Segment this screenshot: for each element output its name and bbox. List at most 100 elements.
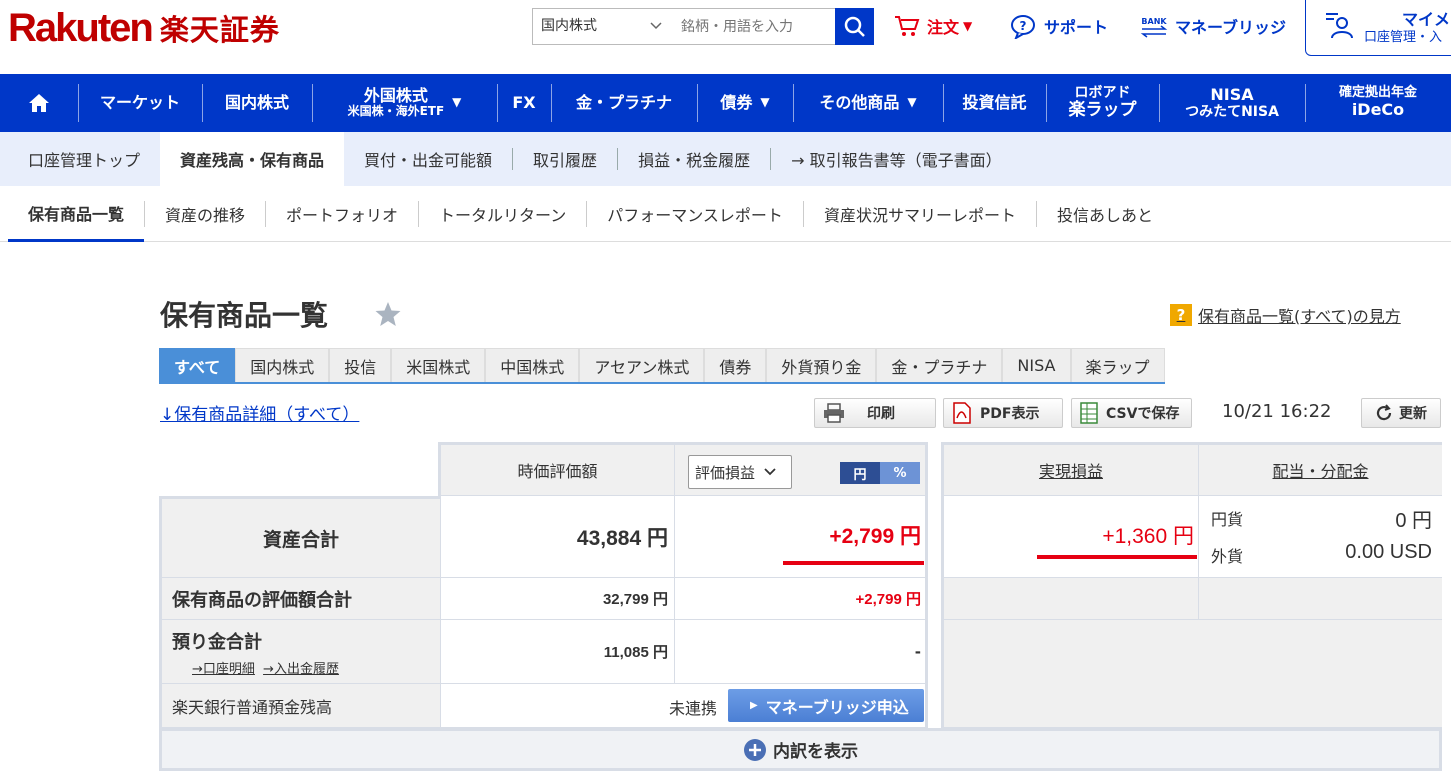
order-label: 注文 [927, 18, 960, 37]
refresh-button[interactable]: 更新 [1361, 398, 1441, 428]
nav-home[interactable] [0, 74, 78, 132]
tab-performance-report[interactable]: パフォーマンスレポート [587, 186, 803, 242]
moneybridge-apply-button[interactable]: ▶ マネーブリッジ申込 [728, 689, 924, 722]
tab-foreign-deposit[interactable]: 外貨預り金 [766, 348, 877, 382]
tab-nisa[interactable]: NISA [1002, 348, 1071, 382]
tab-label: 国内株式 [250, 357, 315, 377]
tab-gold-platinum[interactable]: 金・プラチナ [876, 348, 1003, 382]
tab-asset-trend[interactable]: 資産の推移 [145, 186, 265, 242]
nav-nisa[interactable]: NISA つみたてNISA [1159, 74, 1305, 132]
search-button[interactable] [835, 8, 874, 45]
search-input[interactable] [673, 8, 836, 45]
nav-robo-advisor[interactable]: ロボアド 楽ラップ [1046, 74, 1159, 132]
search-category-select[interactable]: 国内株式 [532, 8, 674, 45]
nav-label: その他商品 [819, 92, 900, 112]
pdf-label: PDF表示 [980, 406, 1040, 422]
account-detail-link[interactable]: →口座明細 [192, 662, 255, 677]
bank-balance-row: 未連携 ▶ マネーブリッジ申込 [441, 684, 928, 728]
mypage-button[interactable]: マイメ 口座管理・入 [1305, 0, 1451, 56]
subnav-label: 資産残高・保有商品 [180, 151, 325, 170]
tab-label: 資産状況サマリーレポート [823, 206, 1016, 225]
nav-fx[interactable]: FX [497, 74, 551, 132]
tab-portfolio[interactable]: ポートフォリオ [266, 186, 418, 242]
timestamp: 10/21 16:22 [1222, 401, 1332, 422]
pl-type-select[interactable]: 評価損益 [688, 455, 792, 489]
nav-market[interactable]: マーケット [78, 74, 202, 132]
bank-balance-label: 楽天銀行普通預金残高 [159, 684, 441, 728]
chevron-down-icon [649, 9, 663, 58]
nav-domestic-stock[interactable]: 国内株式 [202, 74, 312, 132]
account-sub-nav: 口座管理トップ 資産残高・保有商品 買付・出金可能額 取引履歴 損益・税金履歴 … [0, 132, 1451, 186]
logo-en: Rakuten [8, 5, 154, 50]
deposit-total-value: 11,085 円 [441, 620, 675, 684]
nav-foreign-stock[interactable]: 外国株式 米国株・海外ETF ▼ [312, 74, 497, 132]
bank-link-status: 未連携 [669, 699, 718, 718]
dividend-link[interactable]: 配当・分配金 [1272, 458, 1368, 482]
nav-label: 投資信託 [962, 92, 1027, 112]
tab-holdings-list[interactable]: 保有商品一覧 [8, 186, 145, 242]
tab-domestic-stock[interactable]: 国内株式 [235, 348, 330, 382]
tab-china-stock[interactable]: 中国株式 [485, 348, 580, 382]
subnav-buying-power[interactable]: 買付・出金可能額 [344, 132, 512, 186]
row-label: 楽天銀行普通預金残高 [172, 697, 333, 717]
pdf-button[interactable]: PDF表示 [943, 398, 1063, 428]
expand-label: 内訳を表示 [773, 742, 858, 762]
tab-total-return[interactable]: トータルリターン [419, 186, 586, 242]
row-label: 資産合計 [262, 528, 339, 551]
tab-bonds[interactable]: 債券 [704, 348, 767, 382]
nav-sublabel: 確定拠出年金 [1338, 85, 1417, 101]
csv-button[interactable]: CSVで保存 [1071, 398, 1192, 428]
tab-fund-footprint[interactable]: 投信あしあと [1037, 186, 1173, 242]
tab-us-stock[interactable]: 米国株式 [391, 348, 486, 382]
tab-label: 資産の推移 [165, 206, 246, 225]
nav-label: FX [512, 92, 536, 112]
nav-label: 国内株式 [224, 92, 289, 112]
realized-pl-header: 実現損益 [941, 442, 1199, 496]
tab-rakuwrap[interactable]: 楽ラップ [1070, 348, 1165, 382]
blank-cell [1199, 578, 1442, 620]
subnav-asset-holdings[interactable]: 資産残高・保有商品 [160, 132, 345, 186]
tab-label: すべて [174, 357, 221, 377]
nav-ideco[interactable]: 確定拠出年金 iDeCo [1305, 74, 1451, 132]
nav-bonds[interactable]: 債券 ▼ [697, 74, 793, 132]
nav-gold-platinum[interactable]: 金・プラチナ [551, 74, 697, 132]
toggle-percent[interactable]: % [880, 462, 920, 484]
subnav-label: 取引履歴 [533, 151, 598, 170]
deposit-total-label: 預り金合計 →口座明細 →入出金履歴 [159, 620, 441, 684]
nav-investment-trust[interactable]: 投資信託 [943, 74, 1046, 132]
subnav-account-top[interactable]: 口座管理トップ [0, 132, 160, 186]
subnav-pl-tax-history[interactable]: 損益・税金履歴 [618, 132, 770, 186]
tab-all[interactable]: すべて [159, 348, 236, 382]
moneybridge-link[interactable]: BANK マネーブリッジ [1139, 14, 1286, 38]
button-label: マネーブリッジ申込 [765, 697, 909, 717]
support-link[interactable]: ? サポート [1010, 14, 1108, 39]
nav-label: 外国株式 [363, 85, 428, 105]
asset-summary-table: 時価評価額 評価損益 円 % 資産合計 43,884 円 +2,799 円 保有… [159, 442, 1442, 773]
subnav-label: 買付・出金可能額 [364, 151, 493, 170]
order-menu[interactable]: 注文 ▼ [893, 14, 972, 38]
subnav-trade-history[interactable]: 取引履歴 [513, 132, 617, 186]
realized-pl-link[interactable]: 実現損益 [1039, 458, 1103, 482]
subnav-trade-reports[interactable]: → 取引報告書等（電子書面） [771, 132, 1022, 186]
nav-label: iDeCo [1351, 100, 1405, 120]
tab-asean-stock[interactable]: アセアン株式 [579, 348, 705, 382]
page-title: 保有商品一覧 [160, 299, 329, 332]
nav-sublabel: ロボアド [1074, 85, 1131, 102]
tab-investment-trust[interactable]: 投信 [329, 348, 392, 382]
expand-breakdown-button[interactable]: 内訳を表示 [159, 728, 1442, 771]
nav-other-products[interactable]: その他商品 ▼ [793, 74, 943, 132]
deposit-history-link[interactable]: →入出金履歴 [263, 662, 339, 677]
subnav-label: 損益・税金履歴 [638, 151, 751, 170]
rakuten-logo[interactable]: Rakuten 楽天証券 [8, 6, 280, 50]
header-blank [159, 442, 441, 496]
help-link[interactable]: ? 保有商品一覧(すべて)の見方 [1170, 303, 1401, 327]
tab-asset-summary-report[interactable]: 資産状況サマリーレポート [804, 186, 1036, 242]
refresh-icon [1376, 404, 1392, 421]
unit-toggle: 円 % [840, 462, 920, 484]
star-icon[interactable] [374, 300, 402, 332]
holdings-detail-link[interactable]: ↓保有商品詳細（すべて） [160, 400, 359, 425]
print-button[interactable]: 印刷 [814, 398, 936, 428]
toggle-yen[interactable]: 円 [840, 462, 880, 484]
subnav-label: 口座管理トップ [28, 151, 141, 170]
value-text: +2,799 円 [829, 525, 921, 548]
